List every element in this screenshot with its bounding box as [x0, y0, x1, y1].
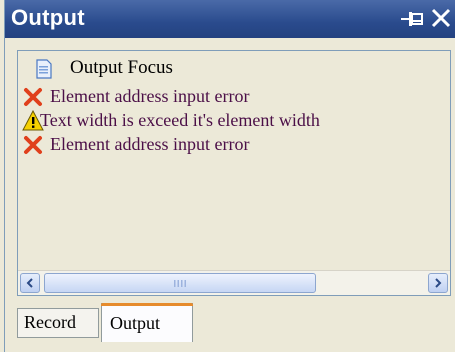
- tab-output[interactable]: Output: [101, 303, 193, 342]
- bottom-tab-strip: Record Output: [17, 300, 449, 342]
- tab-record[interactable]: Record: [17, 308, 99, 338]
- scroll-right-button[interactable]: [428, 273, 448, 293]
- list-item[interactable]: Element address input error: [18, 133, 450, 157]
- error-x-icon: [24, 88, 42, 106]
- scroll-left-button[interactable]: [20, 273, 40, 293]
- scrollbar-thumb[interactable]: [44, 273, 316, 293]
- message-text: Element address input error: [50, 86, 250, 106]
- document-icon: [36, 59, 52, 79]
- message-text: Element address input error: [50, 134, 250, 154]
- output-message-list: Output Focus Element address input error…: [17, 50, 451, 296]
- list-item[interactable]: Element address input error: [18, 85, 450, 109]
- output-panel: Output Output Focus Element address inpu…: [4, 0, 455, 352]
- horizontal-scrollbar[interactable]: [18, 270, 450, 295]
- chevron-left-icon: [26, 278, 33, 288]
- chevron-right-icon: [435, 278, 442, 288]
- list-item[interactable]: Text width is exceed it's element width: [18, 109, 450, 133]
- panel-titlebar[interactable]: Output: [5, 0, 455, 38]
- pin-icon[interactable]: [400, 8, 424, 30]
- grip-icon: [174, 280, 186, 287]
- message-text: Text width is exceed it's element width: [40, 110, 320, 130]
- close-icon[interactable]: [429, 6, 453, 30]
- error-x-icon: [24, 136, 42, 154]
- output-focus-header[interactable]: Output Focus: [18, 51, 450, 85]
- panel-title: Output: [11, 5, 85, 30]
- output-focus-label: Output Focus: [70, 57, 173, 78]
